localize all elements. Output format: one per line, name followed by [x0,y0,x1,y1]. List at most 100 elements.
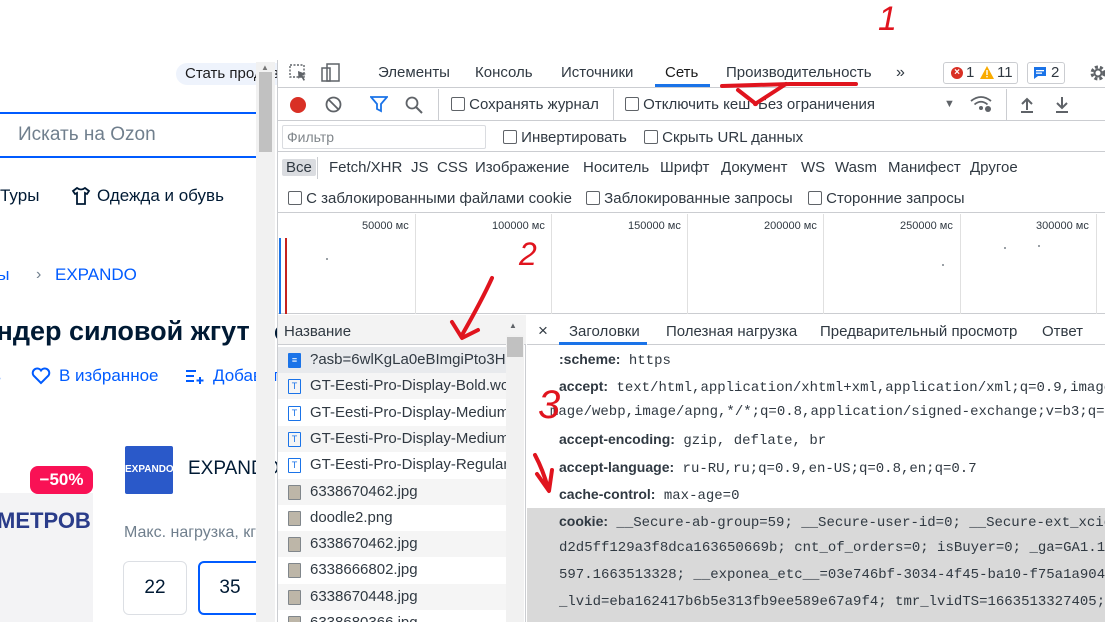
active-detail-tab-indicator [559,342,647,345]
clear-icon[interactable] [325,96,342,117]
category-clothing[interactable]: Одежда и обувь [97,186,224,206]
timeline-tick [687,214,688,314]
page-scrollbar-thumb[interactable] [259,72,272,152]
type-filter-image[interactable]: Изображение [475,159,570,176]
more-tabs-button[interactable]: » [896,64,905,82]
timeline-label: 300000 мс [1036,220,1089,232]
disable-cache-checkbox[interactable]: Отключить кеш [625,96,750,113]
request-list-scrollbar[interactable] [506,335,524,622]
cookie-line: 597.1663513328; __exponea_etc__=03e746bf… [559,567,1105,583]
preserve-log-checkbox[interactable]: Сохранять журнал [451,96,599,113]
timeline-tick [960,214,961,314]
close-icon[interactable]: × [538,321,548,341]
filter-icon[interactable] [369,96,389,117]
reviews-link[interactable]: в [0,366,1,386]
search-icon[interactable] [405,96,423,118]
name-column-header[interactable]: Название [278,315,526,345]
type-filter-manifest[interactable]: Манифест [888,159,961,176]
tab-headers[interactable]: Заголовки [569,323,640,340]
tab-response[interactable]: Ответ [1042,323,1083,340]
header-accept: accept: text/html,application/xhtml+xml,… [559,378,1105,396]
tab-performance[interactable]: Производительность [726,64,872,81]
request-row[interactable]: 6338680366.jpg [278,610,506,622]
tab-elements[interactable]: Элементы [378,64,450,81]
inspect-element-icon[interactable] [289,64,309,86]
devtools-tabbar: Элементы Консоль Источники Сеть Производ… [278,60,1105,88]
breadcrumb-expando[interactable]: EXPANDO [55,265,137,285]
filter-input[interactable]: Фильтр [282,125,486,149]
hide-data-urls-checkbox[interactable]: Скрыть URL данных [644,129,803,146]
throttling-select[interactable]: Без ограничения [758,96,875,113]
request-row[interactable]: T GT-Eesti-Pro-Display-Regular. [278,452,506,478]
blocked-cookies-checkbox[interactable]: С заблокированными файлами cookie [288,190,572,207]
import-har-icon[interactable] [1019,96,1035,117]
request-row[interactable]: 6338670462.jpg [278,478,506,505]
request-row[interactable]: ≡ ?asb=6wlKgLa0eBImgiPto3H9 [278,347,506,373]
request-row[interactable]: T GT-Eesti-Pro-Display-Medium [278,425,506,452]
invert-checkbox[interactable]: Инвертировать [503,129,627,146]
compare-icon[interactable] [185,368,205,389]
devtools-panel: Элементы Консоль Источники Сеть Производ… [277,60,1105,622]
blocked-cookies-label: С заблокированными файлами cookie [306,190,572,207]
request-row[interactable]: 6338670448.jpg [278,583,506,610]
third-party-checkbox[interactable]: Сторонние запросы [808,190,965,207]
tab-sources[interactable]: Источники [561,64,633,81]
image-icon [288,510,301,526]
type-filter-font[interactable]: Шрифт [660,159,709,176]
annotation-number-1: 1 [878,0,897,38]
image-icon [288,537,301,553]
category-tours[interactable]: Туры [0,186,39,206]
type-filter-other[interactable]: Другое [970,159,1018,176]
preserve-log-label: Сохранять журнал [469,96,599,113]
image-icon [288,563,301,579]
image-icon [288,616,301,622]
request-name: 6338666802.jpg [310,561,418,579]
request-row[interactable]: T GT-Eesti-Pro-Display-Medium [278,400,506,426]
type-filter-all[interactable]: Все [282,159,316,176]
request-row[interactable]: doodle2.png [278,505,506,531]
size-option[interactable]: 22 [123,561,187,615]
type-filter-document[interactable]: Документ [721,159,788,176]
breadcrumb-goods[interactable]: Товары [0,265,9,285]
error-icon: × [951,67,963,79]
request-row[interactable]: 6338670462.jpg [278,531,506,558]
filter-divider [317,157,318,179]
favorite-button[interactable]: В избранное [59,366,159,386]
brand-logo[interactable]: EXPANDO [125,446,174,494]
cookie-line: _lvid=eba162417b6b5e313fb9ee589e67a9f4; … [559,594,1105,610]
type-filter-ws[interactable]: WS [801,159,825,176]
tab-network[interactable]: Сеть [665,64,698,81]
request-row[interactable]: 6338666802.jpg [278,557,506,583]
record-icon[interactable] [290,97,306,113]
blocked-requests-checkbox[interactable]: Заблокированные запросы [586,190,793,207]
type-filter-fetch[interactable]: Fetch/XHR [329,159,402,176]
annotation-number-3: 3 [538,383,561,427]
tab-preview[interactable]: Предварительный просмотр [820,323,1017,340]
request-name: 6338670462.jpg [310,482,418,500]
scroll-up-arrow-icon[interactable]: ▲ [261,63,269,72]
heart-icon[interactable] [31,367,51,390]
size-option-selected[interactable]: 35 [198,561,262,615]
request-list-scrollbar-thumb[interactable] [507,337,523,357]
type-filter-bar: Все Fetch/XHR JS CSS Изображение Носител… [278,153,1105,183]
header-accept-encoding: accept-encoding: gzip, deflate, br [559,431,827,449]
export-har-icon[interactable] [1054,96,1070,117]
tab-payload[interactable]: Полезная нагрузка [666,323,797,340]
type-filter-css[interactable]: CSS [437,159,468,176]
type-filter-js[interactable]: JS [411,159,429,176]
network-conditions-icon[interactable] [970,95,992,117]
timeline-dot [326,258,328,260]
type-filter-wasm[interactable]: Wasm [835,159,877,176]
clothing-icon [71,186,91,211]
type-filter-media[interactable]: Носитель [583,159,649,176]
request-name: GT-Eesti-Pro-Display-Bold.wo [310,377,506,395]
network-overview-timeline[interactable]: 50000 мс 100000 мс 150000 мс 200000 мс 2… [278,214,1105,314]
sort-arrow-icon: ▲ [509,321,517,330]
request-name: GT-Eesti-Pro-Display-Medium [310,429,506,447]
device-toolbar-icon[interactable] [321,63,341,87]
tab-console[interactable]: Консоль [475,64,533,81]
search-input[interactable]: Искать на Ozon [18,124,156,146]
request-row[interactable]: T GT-Eesti-Pro-Display-Bold.wo [278,373,506,400]
settings-gear-icon[interactable] [1088,63,1105,87]
dropdown-arrow-icon[interactable]: ▼ [944,98,955,110]
